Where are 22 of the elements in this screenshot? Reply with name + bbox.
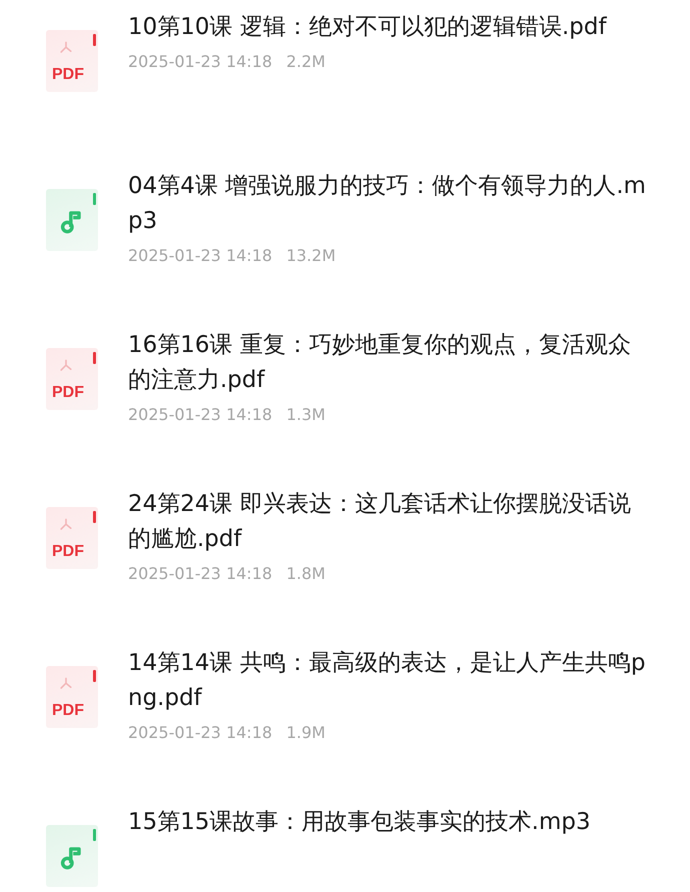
file-name[interactable]: 04第4课 增强说服力的技巧：做个有领导力的人.mp3	[128, 169, 648, 239]
music-file-icon	[46, 189, 98, 251]
pdf-file-icon: PDF	[46, 30, 98, 92]
file-size: 2.2M	[286, 51, 326, 73]
file-size: 1.3M	[286, 404, 326, 426]
file-date: 2025-01-23 14:18	[128, 51, 272, 73]
file-name[interactable]: 15第15课故事：用故事包装事实的技术.mp3	[128, 805, 648, 840]
file-date: 2025-01-23 14:18	[128, 563, 272, 585]
file-date: 2025-01-23 14:18	[128, 245, 272, 267]
pdf-file-icon: PDF	[46, 348, 98, 410]
file-size: 1.8M	[286, 563, 326, 585]
file-name[interactable]: 24第24课 即兴表达：这几套话术让你摆脱没话说的尴尬.pdf	[128, 487, 648, 557]
pdf-file-icon: PDF	[46, 507, 98, 569]
file-size: 13.2M	[286, 245, 336, 267]
file-date: 2025-01-23 14:18	[128, 722, 272, 744]
file-name[interactable]: 10第10课 逻辑：绝对不可以犯的逻辑错误.pdf	[128, 10, 648, 45]
music-file-icon	[46, 825, 98, 887]
pdf-file-icon: PDF	[46, 666, 98, 728]
file-size: 1.9M	[286, 722, 326, 744]
file-name[interactable]: 16第16课 重复：巧妙地重复你的观点，复活观众的注意力.pdf	[128, 328, 648, 398]
file-date: 2025-01-23 14:18	[128, 404, 272, 426]
file-name[interactable]: 14第14课 共鸣：最高级的表达，是让人产生共鸣png.pdf	[128, 646, 648, 716]
